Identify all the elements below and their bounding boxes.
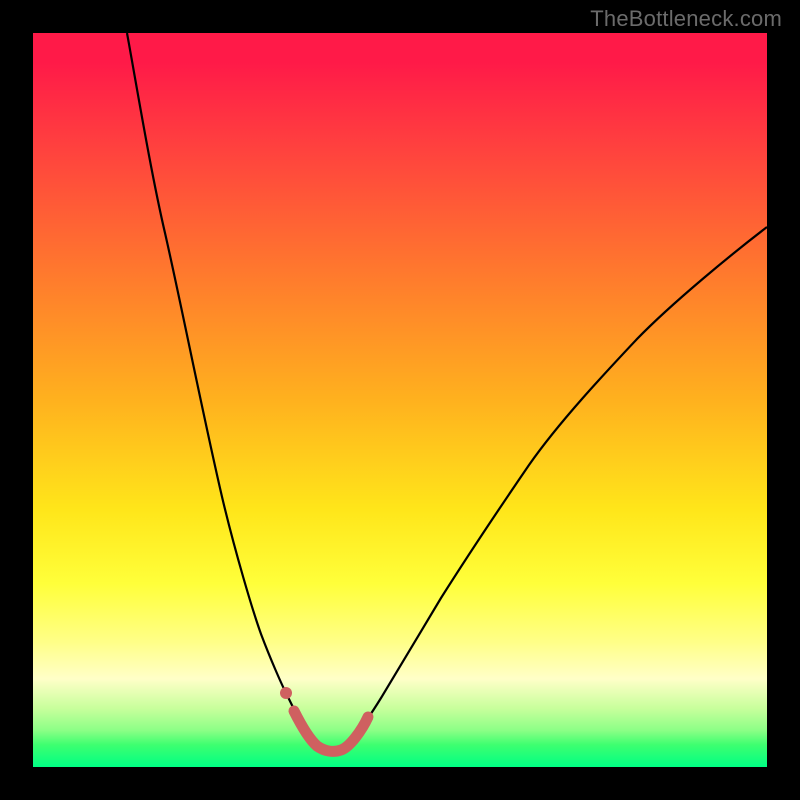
chart-frame: TheBottleneck.com	[0, 0, 800, 800]
plot-area	[33, 33, 767, 767]
right-curve	[349, 227, 767, 745]
curve-layer	[33, 33, 767, 767]
highlight-dot	[280, 687, 292, 699]
highlight-segment	[294, 711, 368, 751]
watermark-text: TheBottleneck.com	[590, 6, 782, 32]
left-curve	[127, 33, 315, 744]
